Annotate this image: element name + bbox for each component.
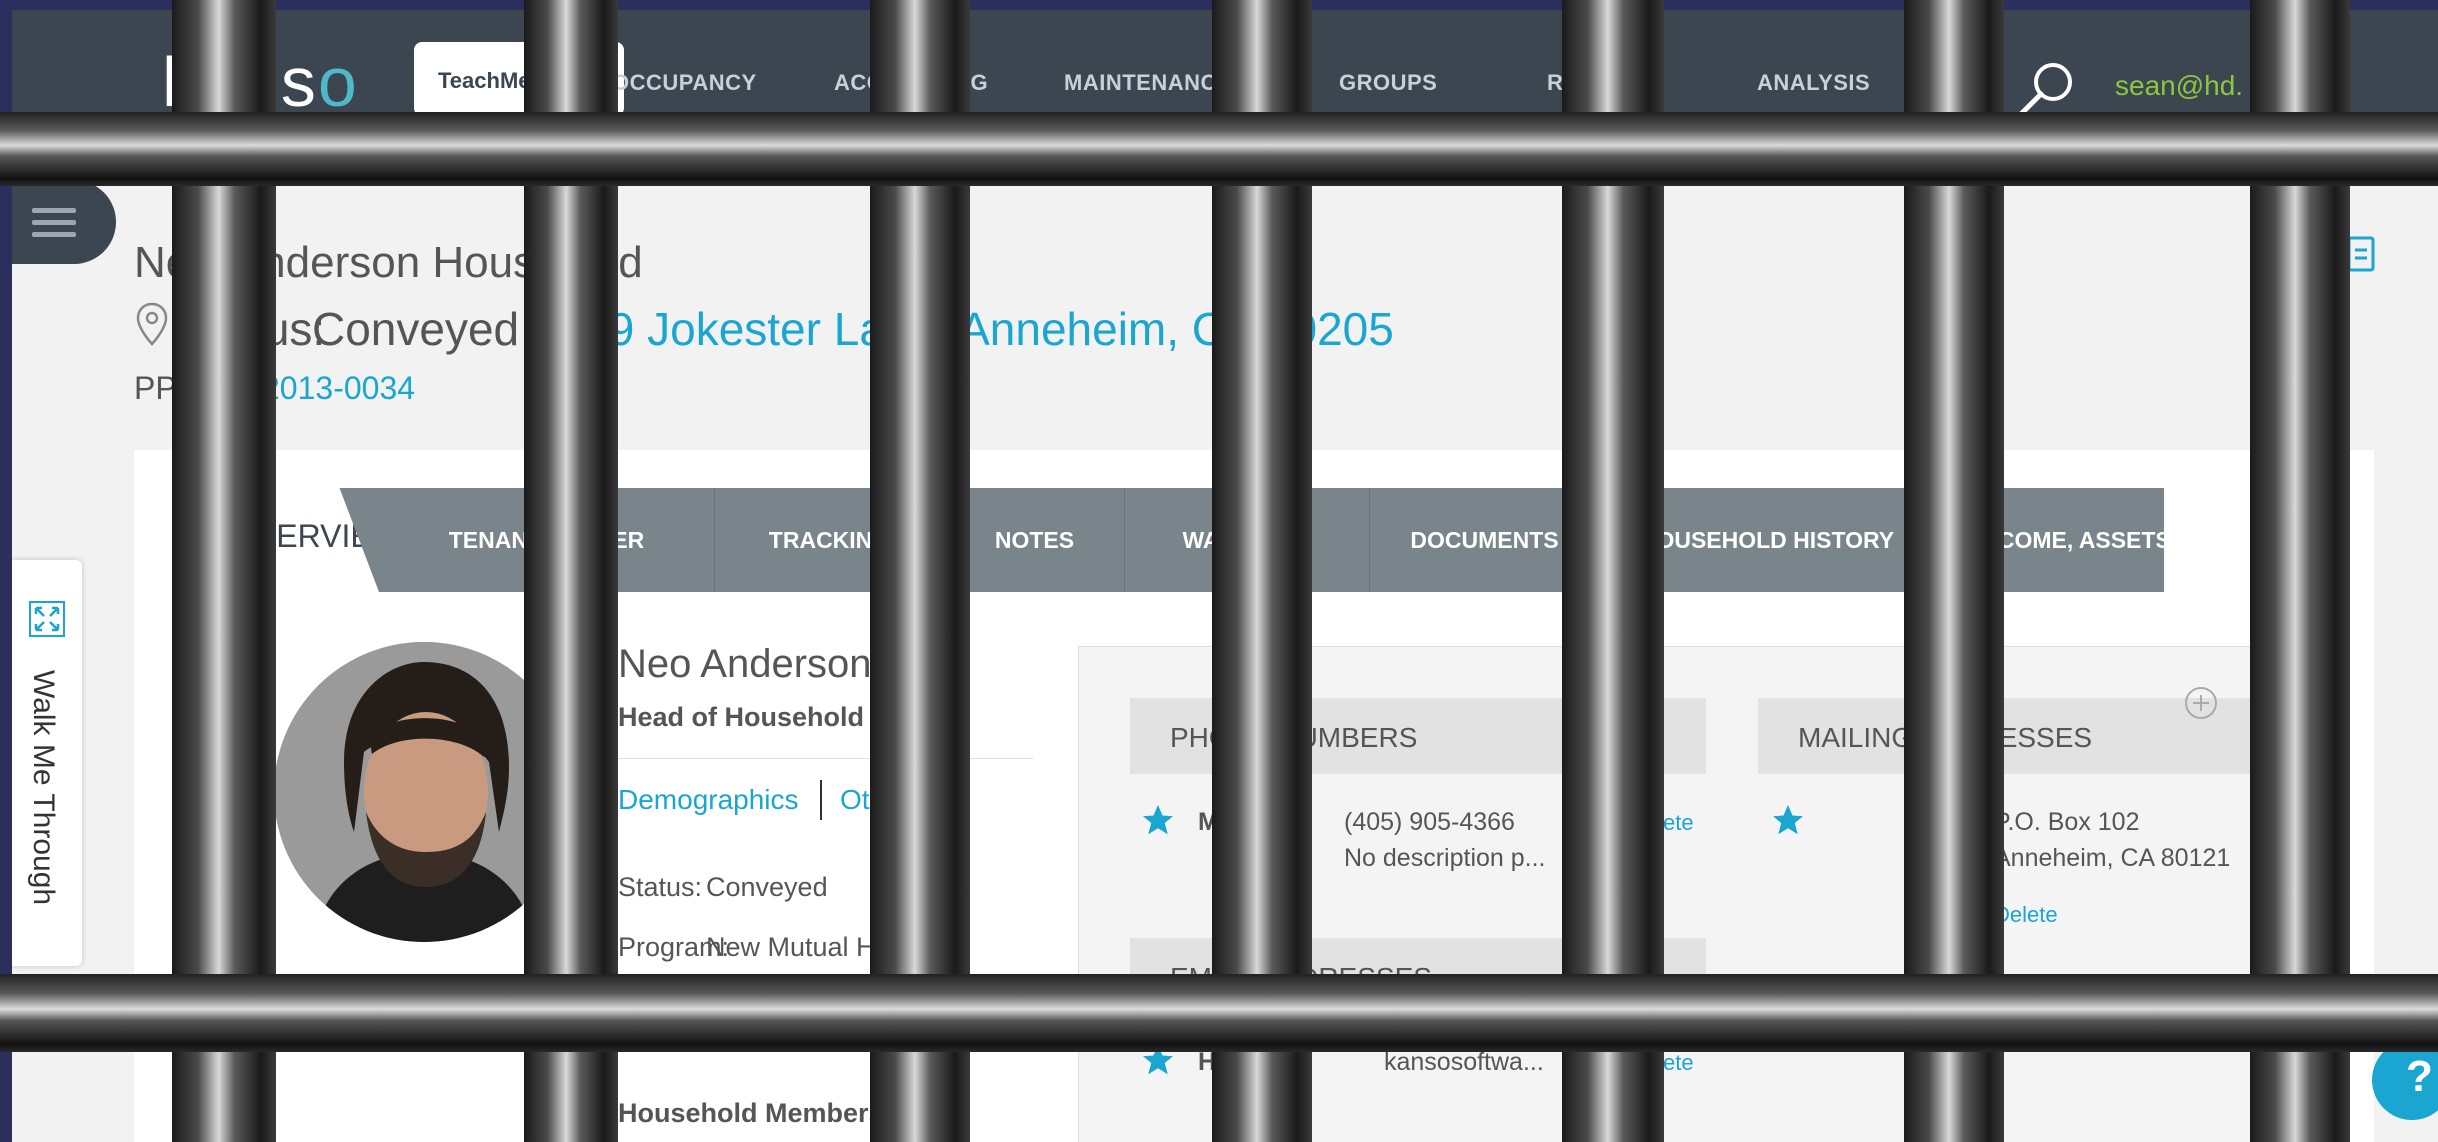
tab-tenant-ledger[interactable]: TENANT LEDGER xyxy=(379,488,714,592)
other-link[interactable]: Other xyxy=(840,784,910,816)
household-status-label: Status: xyxy=(182,303,326,355)
help-button[interactable]: ? xyxy=(2372,1040,2438,1120)
app-window: kanso TeachMe OCCUPANCY ACCOUNTING MAINT… xyxy=(12,10,2438,1142)
phone-type: Mobile xyxy=(1198,808,1278,836)
add-circle-icon[interactable] xyxy=(2184,686,2218,720)
household-status: Conveyed xyxy=(312,303,520,355)
household-address-link[interactable]: 1239 Jokester Lane, Anneheim, CA 80205 xyxy=(532,302,1394,356)
tab-household-history[interactable]: HOUSEHOLD HISTORY xyxy=(1599,488,1934,592)
kanso-logo[interactable]: kanso xyxy=(162,42,359,122)
primary-star-icon[interactable] xyxy=(1140,1042,1176,1078)
nav-analysis[interactable]: ANALYSIS xyxy=(1757,70,1870,96)
tab-wait-lists[interactable]: WAIT LISTS xyxy=(1124,488,1369,592)
hamburger-menu-button[interactable] xyxy=(12,180,116,264)
page-title: New Anderson Household xyxy=(134,238,643,287)
nav-reports[interactable]: REPORTS xyxy=(1547,70,1657,96)
member-avatar xyxy=(274,642,574,942)
email-value: kansosoftwa... xyxy=(1384,1048,1544,1076)
phone-delete-link[interactable]: Delete xyxy=(1630,810,1694,836)
email-type: Home xyxy=(1198,1048,1268,1076)
walk-me-through-button[interactable]: Walk Me Through xyxy=(12,560,82,966)
user-email[interactable]: sean@hd. xyxy=(2115,70,2243,102)
nav-accounting[interactable]: ACCOUNTING xyxy=(834,70,988,96)
document-icon[interactable] xyxy=(2346,232,2376,272)
company-selector[interactable]: TeachMe xyxy=(414,42,624,116)
pp-number-link[interactable]: 2013-0034 xyxy=(262,370,415,407)
nav-occupancy[interactable]: OCCUPANCY xyxy=(612,70,757,96)
mailing-delete-link[interactable]: Delete xyxy=(1994,902,2058,928)
nav-groups[interactable]: GROUPS xyxy=(1339,70,1437,96)
member-program-value: New Mutual Help xyxy=(706,932,912,962)
household-card: OVERVIEW TENANT LEDGER TRACKING NOTES WA… xyxy=(134,450,2374,1142)
primary-star-icon[interactable] xyxy=(1770,802,1806,838)
email-delete-link[interactable]: Delete xyxy=(1630,1050,1694,1076)
tab-documents[interactable]: DOCUMENTS xyxy=(1369,488,1599,592)
phone-numbers-header: PHONE NUMBERS xyxy=(1130,698,1706,774)
phone-description: No description p... xyxy=(1344,844,1546,872)
phone-number: (405) 905-4366 xyxy=(1344,808,1515,836)
nav-maintenance[interactable]: MAINTENANCE xyxy=(1064,70,1232,96)
tab-income-assets-expenses[interactable]: INCOME, ASSETS & EXPENSES xyxy=(1934,488,2364,592)
demographics-link[interactable]: Demographics xyxy=(618,784,799,816)
mailing-line-2: Anneheim, CA 80121 xyxy=(1994,844,2231,872)
email-addresses-header: EMAIL ADDRESSES xyxy=(1130,938,1706,1014)
pp-number-label: PP# xyxy=(134,370,195,406)
divider xyxy=(618,758,1033,759)
household-members-heading: Household Members xyxy=(618,1098,884,1128)
member-role: Head of Household xyxy=(618,702,865,732)
walk-me-through-label: Walk Me Through xyxy=(27,670,60,906)
tab-overview[interactable]: OVERVIEW xyxy=(134,450,379,592)
location-pin-icon xyxy=(136,302,168,346)
member-status-label: Status: xyxy=(618,872,703,902)
mailing-line-1: P.O. Box 102 xyxy=(1994,808,2140,836)
tab-tracking[interactable]: TRACKING xyxy=(714,488,944,592)
primary-star-icon[interactable] xyxy=(1140,802,1176,838)
member-status-value: Conveyed xyxy=(706,872,828,902)
top-navigation: kanso TeachMe OCCUPANCY ACCOUNTING MAINT… xyxy=(12,10,2438,138)
link-separator xyxy=(820,780,822,820)
expand-icon xyxy=(29,601,65,637)
tab-notes[interactable]: NOTES xyxy=(944,488,1124,592)
member-name: Neo Anderson xyxy=(618,642,872,686)
search-icon[interactable] xyxy=(2015,58,2077,120)
